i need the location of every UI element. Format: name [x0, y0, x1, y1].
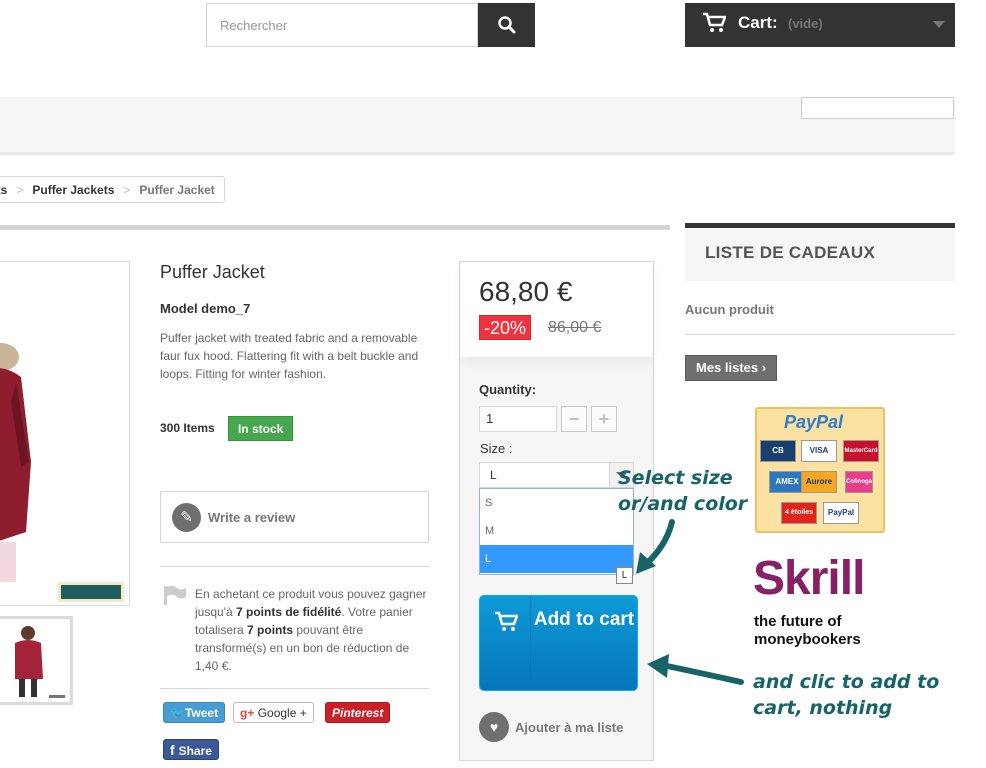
my-lists-button[interactable]: Mes listes ›	[685, 355, 778, 381]
write-review-button[interactable]: ✎ Write a review	[160, 491, 429, 543]
size-option-m[interactable]: M	[480, 517, 633, 545]
annotation-select-size: Select size or/and color	[618, 467, 748, 515]
size-option-s[interactable]: S	[480, 489, 633, 517]
cart-dropdown[interactable]: Cart: (vide)	[685, 3, 955, 47]
skrill-tagline: the future of moneybookers	[754, 613, 861, 648]
color-swatch-overlay	[58, 582, 124, 602]
size-option-l[interactable]: L	[480, 545, 633, 573]
divider	[160, 566, 429, 567]
product-description: Puffer jacket with treated fabric and a …	[160, 331, 419, 381]
write-review-label: Write a review	[208, 509, 296, 525]
breadcrumb-separator: >	[123, 182, 131, 197]
quantity-label: Quantity:	[479, 382, 537, 397]
cart-icon	[495, 611, 518, 631]
annotation-arrow-icon	[636, 519, 675, 574]
flag-icon	[164, 585, 186, 605]
breadcrumb: ets > Puffer Jackets > Puffer Jacket	[0, 176, 225, 203]
heart-icon: ♥	[479, 712, 509, 742]
tooltip: L	[616, 567, 633, 584]
quantity-decrease-button[interactable]: −	[561, 406, 587, 432]
search-button[interactable]	[478, 3, 535, 47]
google-plus-icon: g+	[240, 706, 255, 720]
aurore-card-icon: Aurore	[801, 471, 837, 493]
items-count: 300 Items	[160, 421, 215, 435]
pinterest-button[interactable]: Pinterest	[325, 702, 391, 723]
pencil-icon: ✎	[172, 502, 201, 532]
cofinoga-card-icon: Cofinoga	[845, 471, 873, 493]
product-title: Puffer Jacket	[160, 262, 265, 282]
size-selected-value: L	[490, 468, 497, 482]
4-etoiles-card-icon: 4 étoiles	[781, 502, 817, 524]
quantity-input[interactable]: 1	[479, 406, 557, 432]
quantity-increase-button[interactable]: +	[591, 406, 617, 432]
paypal-card-icon: PayPal	[823, 502, 859, 524]
search-icon	[497, 16, 515, 34]
twitter-icon: 🐦	[170, 706, 185, 720]
google-plus-button[interactable]: g+ Google +	[233, 702, 314, 723]
breadcrumb-current: Puffer Jacket	[139, 182, 215, 197]
divider	[685, 334, 955, 335]
current-price: 68,80 €	[479, 276, 573, 307]
cb-card-icon: CB	[760, 440, 796, 462]
cart-icon	[703, 12, 726, 32]
chevron-down-icon	[933, 21, 945, 28]
wishlist-label: Ajouter à ma liste	[515, 719, 624, 735]
stock-badge: In stock	[228, 416, 294, 441]
search-input[interactable]	[206, 3, 478, 47]
size-label: Size :	[480, 441, 513, 456]
cart-status: (vide)	[788, 16, 823, 31]
chevron-right-icon: ›	[761, 360, 767, 375]
size-select[interactable]: L	[479, 462, 634, 488]
annotation-arrow-icon	[647, 654, 744, 685]
amex-card-icon: AMEX	[769, 471, 805, 493]
size-dropdown-list: S M L	[479, 488, 634, 575]
add-to-cart-button[interactable]: Add to cart	[479, 595, 638, 691]
product-thumbnail[interactable]	[0, 616, 73, 705]
cart-label: Cart:	[738, 13, 778, 32]
facebook-share-button[interactable]: f Share	[163, 739, 219, 760]
loyalty-text: En achetant ce produit vous pouvez gagne…	[195, 587, 427, 673]
product-model: Model demo_7	[160, 301, 251, 316]
breadcrumb-item[interactable]: ets	[0, 183, 16, 197]
old-price: 86,00 €	[548, 319, 602, 336]
skrill-logo: Skrill	[753, 552, 865, 605]
menu-search-field[interactable]	[801, 97, 954, 119]
gift-list-empty: Aucun produit	[685, 302, 774, 317]
add-to-cart-label: Add to cart	[533, 609, 635, 630]
divider	[160, 688, 429, 689]
tweet-button[interactable]: 🐦Tweet	[163, 702, 226, 723]
facebook-icon: f	[170, 742, 179, 758]
breadcrumb-item[interactable]: Puffer Jackets	[23, 183, 123, 197]
product-main-image[interactable]	[0, 261, 130, 606]
button-divider	[530, 596, 531, 690]
divider	[0, 225, 670, 230]
paypal-logo: PayPal CB VISA MasterCard AMEX Aurore Co…	[755, 407, 885, 533]
add-to-wishlist-button[interactable]: ♥ Ajouter à ma liste	[479, 712, 623, 742]
annotation-click-add: and clic to add to cart, nothing	[753, 671, 940, 719]
discount-badge: -20%	[479, 315, 532, 340]
paypal-logo-text: PayPal	[784, 412, 844, 432]
gift-list-title: LISTE DE CADEAUX	[685, 228, 955, 281]
breadcrumb-separator: >	[16, 182, 24, 197]
visa-card-icon: VISA	[801, 440, 837, 462]
mastercard-icon: MasterCard	[843, 440, 879, 462]
